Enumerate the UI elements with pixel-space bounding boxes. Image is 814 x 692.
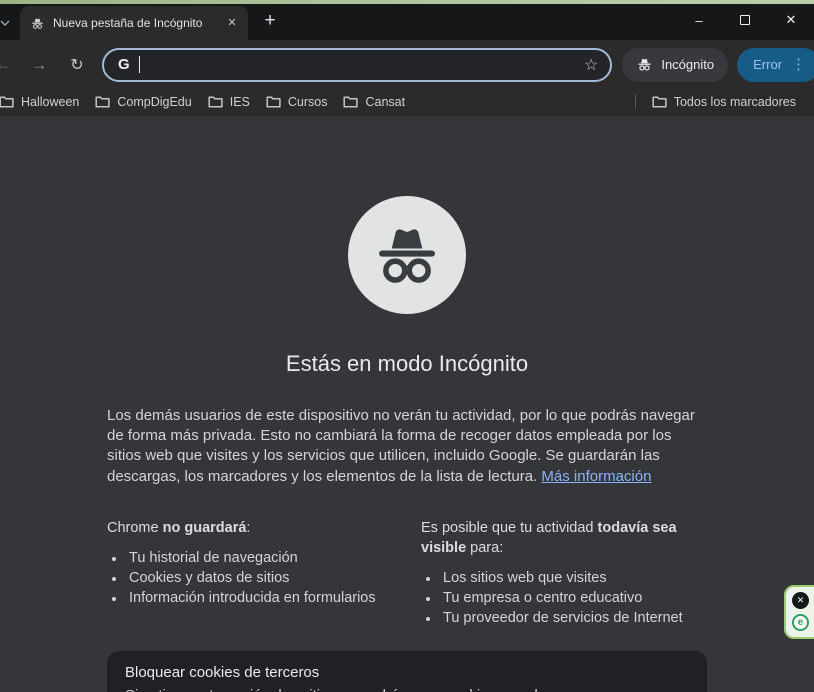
bookmark-label: Cansat: [365, 94, 406, 109]
list-item: Información introducida en formularios: [126, 588, 405, 608]
browser-window: Nueva pestaña de Incógnito ✕ + – ✕ ← → ↻…: [0, 0, 814, 692]
tab-title: Nueva pestaña de Incógnito: [53, 16, 203, 30]
list-item: Los sitios web que visites: [440, 568, 707, 588]
error-badge-label: Error: [753, 57, 782, 72]
folder-icon: [95, 96, 111, 108]
bookmarks-bar: Halloween CompDigEdu IES Cursos Cansat T…: [0, 89, 814, 116]
folder-icon: [652, 96, 667, 108]
cookies-card-description: Si activas esta opción, los sitios no po…: [125, 686, 635, 692]
bookmark-folder-compdigedu[interactable]: CompDigEdu: [87, 92, 199, 112]
extension-overlay-widget[interactable]: ✕ e: [784, 585, 814, 639]
still-visible-list: Los sitios web que visites Tu empresa o …: [421, 568, 707, 628]
folder-icon: [343, 96, 359, 108]
widget-close-icon[interactable]: ✕: [792, 592, 809, 609]
folder-icon: [208, 96, 223, 108]
all-bookmarks-label: Todos los marcadores: [673, 94, 796, 109]
reload-button[interactable]: ↻: [62, 50, 92, 80]
info-columns: Chrome no guardará: Tu historial de nave…: [107, 518, 707, 628]
address-bar[interactable]: G ☆: [102, 47, 613, 82]
page-title: Estás en modo Incógnito: [285, 351, 529, 376]
incognito-badge-label: Incógnito: [661, 57, 715, 72]
wont-save-column: Chrome no guardará: Tu historial de nave…: [107, 518, 405, 628]
bookmarks-divider: [634, 94, 636, 109]
list-item: Tu historial de navegación: [126, 548, 405, 568]
bookmark-label: Halloween: [21, 94, 80, 109]
list-item: Tu proveedor de servicios de Internet: [440, 608, 707, 628]
browser-menu-error-button[interactable]: Error ⋮: [737, 47, 814, 82]
cookies-card-title: Bloquear cookies de terceros: [125, 663, 320, 681]
forward-button[interactable]: →: [24, 50, 54, 80]
folder-icon: [266, 96, 281, 108]
window-controls: – ✕: [676, 4, 814, 40]
bookmark-label: CompDigEdu: [117, 94, 192, 109]
folder-icon: [0, 96, 14, 108]
bookmark-label: Cursos: [287, 94, 328, 109]
incognito-favicon-icon: [31, 17, 44, 29]
bookmark-folder-ies[interactable]: IES: [200, 92, 258, 112]
bookmark-star-icon[interactable]: ☆: [584, 55, 598, 75]
still-visible-column: Es posible que tu actividad todavía sea …: [421, 518, 707, 628]
tab-search-chevron-icon[interactable]: [0, 6, 14, 40]
incognito-badge: Incógnito: [622, 47, 729, 82]
minimize-button[interactable]: –: [676, 4, 722, 36]
list-item: Cookies y datos de sitios: [126, 568, 405, 588]
kebab-menu-icon[interactable]: ⋮: [791, 57, 806, 72]
learn-more-link[interactable]: Más información: [541, 468, 651, 485]
google-search-icon: G: [118, 56, 130, 73]
block-cookies-card: Bloquear cookies de terceros Si activas …: [107, 650, 707, 692]
bookmark-folder-cansat[interactable]: Cansat: [335, 92, 413, 112]
all-bookmarks-button[interactable]: Todos los marcadores: [644, 92, 804, 112]
maximize-button[interactable]: [722, 4, 768, 36]
bookmark-label: IES: [229, 94, 250, 109]
tab-incognito[interactable]: Nueva pestaña de Incógnito ✕: [20, 6, 248, 40]
incognito-badge-icon: [638, 58, 652, 71]
widget-logo-icon[interactable]: e: [792, 614, 809, 631]
list-item: Tu empresa o centro educativo: [440, 588, 707, 608]
bookmark-folder-cursos[interactable]: Cursos: [258, 92, 336, 112]
tab-close-icon[interactable]: ✕: [224, 15, 240, 31]
maximize-icon: [740, 15, 750, 25]
text-caret: [138, 56, 141, 73]
wont-save-heading: Chrome no guardará:: [107, 519, 251, 536]
back-button[interactable]: ←: [0, 50, 18, 80]
toolbar: ← → ↻ G ☆ Incógnito Error ⋮: [0, 40, 814, 89]
bookmark-folder-halloween[interactable]: Halloween: [0, 92, 87, 112]
incognito-page: Estás en modo Incógnito Los demás usuari…: [107, 196, 707, 692]
intro-paragraph: Los demás usuarios de este dispositivo n…: [107, 406, 707, 487]
wont-save-list: Tu historial de navegación Cookies y dat…: [107, 548, 405, 608]
still-visible-heading: Es posible que tu actividad todavía sea …: [421, 519, 677, 556]
incognito-hero-icon: [348, 196, 466, 314]
new-tab-button[interactable]: +: [258, 10, 282, 34]
window-close-button[interactable]: ✕: [768, 4, 814, 36]
tab-strip: Nueva pestaña de Incógnito ✕ + – ✕: [0, 4, 814, 40]
